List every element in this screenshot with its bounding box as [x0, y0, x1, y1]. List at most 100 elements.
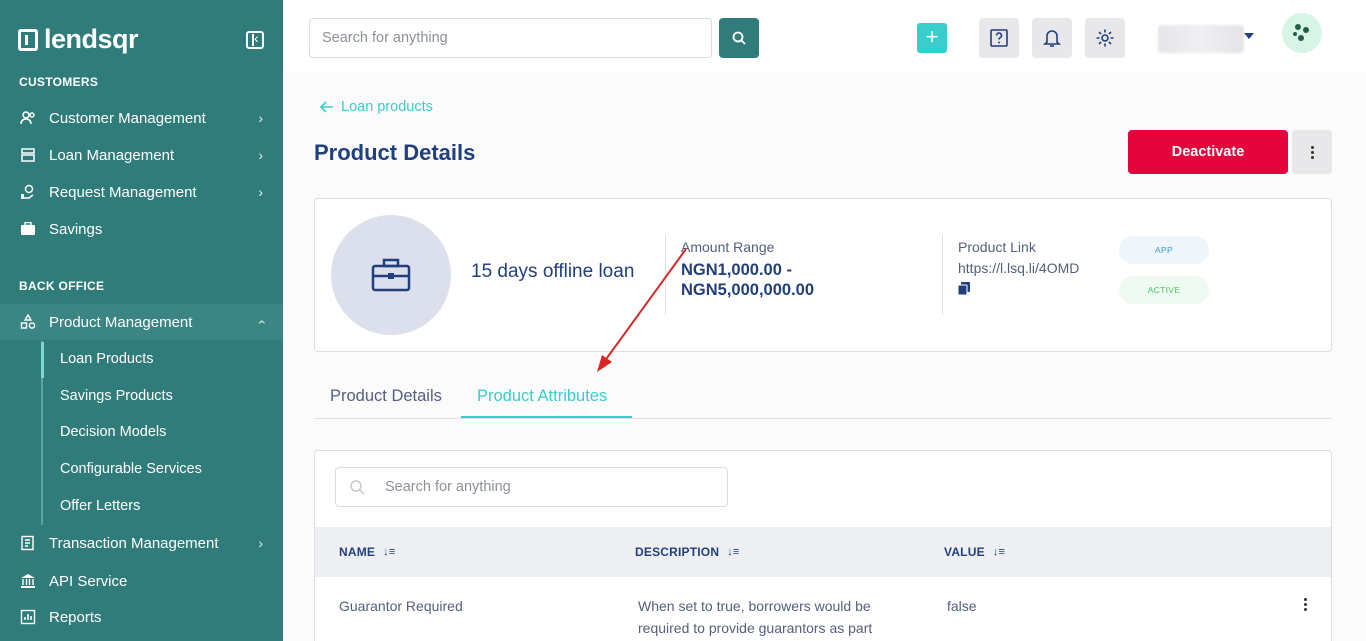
sidebar-item-api-service[interactable]: API Service — [0, 563, 283, 599]
sort-icon: ↓≡ — [992, 546, 1006, 558]
back-link-label: Loan products — [341, 99, 433, 115]
chevron-right-icon: › — [258, 110, 263, 126]
sidebar-item-label: Loan Management — [49, 146, 175, 164]
transaction-icon — [19, 534, 37, 552]
chevron-right-icon: › — [258, 147, 263, 163]
product-link-value[interactable]: https://l.lsq.li/4OMD — [958, 260, 1079, 276]
sidebar-subitem-offer-letters[interactable]: Offer Letters — [60, 498, 140, 514]
arrow-left-icon — [320, 101, 333, 113]
sort-icon: ↓≡ — [383, 546, 396, 558]
column-header-description[interactable]: DESCRIPTION ↓≡ — [635, 545, 740, 559]
table-search-placeholder: Search for anything — [385, 479, 511, 495]
cell-value: false — [947, 598, 977, 614]
sidebar-item-label: API Service — [49, 572, 128, 590]
avatar[interactable] — [1282, 13, 1322, 53]
sidebar-item-label: Transaction Management — [49, 534, 219, 552]
sidebar-item-reports[interactable]: Reports — [0, 599, 283, 635]
lendsqr-logo-icon — [18, 28, 38, 51]
sort-icon: ↓≡ — [727, 546, 740, 558]
brand-logo[interactable]: lendsqr — [18, 24, 139, 55]
column-header-label: DESCRIPTION — [635, 545, 720, 559]
briefcase-icon — [19, 220, 37, 238]
divider — [942, 235, 943, 315]
request-icon — [19, 183, 37, 201]
brand-name: lendsqr — [44, 24, 139, 54]
settings-button[interactable] — [1085, 18, 1125, 58]
loan-icon — [19, 146, 37, 164]
global-search-input[interactable]: Search for anything — [309, 18, 712, 58]
tab-product-details[interactable]: Product Details — [330, 387, 442, 406]
caret-down-icon[interactable] — [1244, 33, 1254, 39]
column-header-name[interactable]: NAME ↓≡ — [339, 545, 395, 559]
sidebar-subitem-configurable-services[interactable]: Configurable Services — [60, 461, 202, 477]
more-options-button[interactable] — [1292, 130, 1332, 174]
help-button[interactable] — [979, 18, 1019, 58]
bell-icon — [1043, 30, 1061, 47]
sidebar-subitem-loan-products[interactable]: Loan Products — [41, 342, 154, 378]
plus-icon: + — [925, 24, 939, 49]
amount-range-value: NGN1,000.00 - NGN5,000,000.00 — [681, 260, 814, 300]
users-icon — [19, 109, 37, 127]
active-tab-indicator — [461, 416, 632, 418]
section-title-customers: CUSTOMERS — [19, 75, 99, 89]
chevron-right-icon: › — [258, 535, 263, 551]
product-link-label: Product Link — [958, 239, 1036, 255]
sidebar-subitem-savings-products[interactable]: Savings Products — [60, 388, 173, 404]
section-title-back-office: BACK OFFICE — [19, 279, 105, 293]
bank-icon — [19, 572, 37, 590]
sidebar: lendsqr CUSTOMERS Customer Management › … — [0, 0, 283, 641]
sidebar-item-label: Request Management — [49, 183, 197, 201]
briefcase-icon — [371, 258, 411, 292]
product-name: 15 days offline loan — [471, 261, 635, 282]
shapes-icon — [19, 313, 37, 331]
status-badge-active: ACTIVE — [1119, 276, 1209, 304]
amount-range-label: Amount Range — [681, 239, 775, 255]
product-summary-card: 15 days offline loan Amount Range NGN1,0… — [314, 198, 1332, 352]
sidebar-item-transaction-management[interactable]: Transaction Management › — [0, 525, 283, 561]
column-header-value[interactable]: VALUE ↓≡ — [944, 545, 1005, 559]
add-button[interactable]: + — [917, 23, 947, 53]
table-search-input[interactable]: Search for anything — [335, 467, 728, 507]
top-bar: Search for anything + — [283, 0, 1366, 72]
sidebar-item-savings[interactable]: Savings — [0, 211, 283, 247]
tab-product-attributes[interactable]: Product Attributes — [477, 387, 607, 406]
user-name-blurred[interactable] — [1158, 25, 1244, 53]
page-title: Product Details — [314, 140, 476, 165]
sidebar-item-label: Reports — [49, 608, 102, 626]
chevron-right-icon: › — [258, 184, 263, 200]
deactivate-button[interactable]: Deactivate — [1128, 130, 1288, 174]
back-link[interactable]: Loan products — [320, 99, 433, 115]
help-icon — [990, 29, 1008, 47]
sidebar-item-product-management[interactable]: Product Management › — [0, 304, 283, 340]
cell-description-line1: When set to true, borrowers would be — [638, 598, 871, 614]
gear-icon — [1096, 29, 1114, 47]
cell-description: When set to true, borrowers would be req… — [638, 595, 872, 639]
sidebar-item-label: Savings — [49, 220, 103, 238]
column-header-label: NAME — [339, 545, 376, 559]
cell-name: Guarantor Required — [339, 598, 463, 614]
column-header-label: VALUE — [944, 545, 985, 559]
table-header: NAME ↓≡ DESCRIPTION ↓≡ VALUE ↓≡ — [315, 527, 1331, 577]
collapse-sidebar-icon[interactable] — [246, 30, 264, 49]
row-menu-button[interactable] — [1304, 598, 1307, 611]
search-icon — [732, 31, 746, 45]
sidebar-item-customer-management[interactable]: Customer Management › — [0, 100, 283, 136]
cell-description-line2: required to provide guarantors as part — [638, 620, 873, 636]
divider — [665, 235, 666, 315]
search-icon — [350, 480, 365, 495]
chevron-up-icon: › — [252, 319, 269, 325]
notifications-button[interactable] — [1032, 18, 1072, 58]
reports-icon — [19, 608, 37, 626]
amount-range-line1: NGN1,000.00 - — [681, 261, 792, 279]
sidebar-item-loan-management[interactable]: Loan Management › — [0, 137, 283, 173]
sidebar-subitem-decision-models[interactable]: Decision Models — [60, 424, 166, 440]
product-avatar — [331, 215, 451, 335]
sidebar-item-label: Customer Management — [49, 109, 206, 127]
amount-range-line2: NGN5,000,000.00 — [681, 281, 815, 299]
sidebar-item-request-management[interactable]: Request Management › — [0, 174, 283, 210]
copy-icon[interactable] — [958, 282, 970, 295]
attributes-table-card: Search for anything NAME ↓≡ DESCRIPTION ↓≡… — [314, 450, 1332, 641]
status-badge-app: APP — [1119, 236, 1209, 264]
search-button[interactable] — [719, 18, 759, 58]
tabs: Product Details Product Attributes — [314, 370, 1332, 419]
